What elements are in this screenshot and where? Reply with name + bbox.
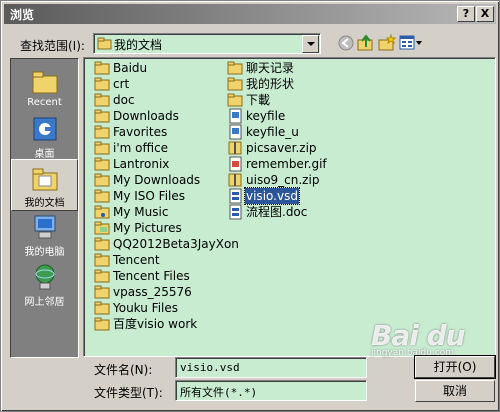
file-name: visio.vsd (244, 187, 300, 205)
place-label: 网上邻居 (24, 297, 65, 308)
file-name: My Music (113, 205, 169, 219)
gif-file-icon (229, 156, 242, 172)
file-name: doc (113, 93, 135, 107)
visio-file-icon (229, 204, 242, 220)
title-bar[interactable]: 浏览 ? X (4, 4, 496, 24)
place-my-documents[interactable]: 我的文档 (11, 159, 78, 211)
view-menu-icon[interactable] (399, 34, 423, 52)
filetype-select[interactable]: 所有文件(*.*) (175, 380, 367, 401)
chevron-down-icon[interactable] (302, 35, 319, 53)
file-name: Tencent (113, 253, 160, 267)
zip-file-icon (228, 141, 242, 155)
folder-icon (94, 253, 110, 267)
folder-icon (94, 93, 110, 107)
open-button[interactable]: 打开(O) (414, 355, 496, 379)
file-name: Youku Files (113, 301, 179, 315)
file-name: i'm office (113, 141, 169, 155)
desktop-icon (33, 117, 56, 141)
recent-icon (32, 71, 57, 94)
file-icon (229, 108, 242, 124)
file-name: My Pictures (113, 221, 182, 235)
folder-icon (94, 237, 110, 251)
place-label: 我的电脑 (24, 247, 65, 258)
folder-icon (94, 173, 110, 187)
file-name: keyfile (246, 109, 286, 123)
file-name: My Downloads (113, 173, 201, 187)
filetype-value: 所有文件(*.*) (180, 386, 258, 399)
file-name: 聊天记录 (246, 61, 295, 75)
folder-icon (94, 125, 110, 139)
place-label: Recent (27, 97, 62, 108)
help-button[interactable]: ? (457, 6, 475, 22)
network-icon (35, 264, 54, 290)
file-name: 下載 (246, 93, 271, 107)
look-in-combo[interactable]: 我的文档 (93, 33, 321, 54)
filename-label: 文件名(N): (94, 363, 153, 377)
file-name: remember.gif (246, 157, 327, 171)
file-name: 百度visio work (113, 317, 198, 331)
place-my-computer[interactable]: 我的电脑 (11, 209, 78, 261)
up-folder-icon[interactable] (357, 34, 375, 52)
folder-icon (94, 61, 110, 75)
folder-icon (94, 109, 110, 123)
file-name: 我的形状 (246, 77, 295, 91)
pictures-folder-icon (94, 221, 110, 235)
file-name: QQ2012Beta3JayXon (113, 237, 239, 251)
look-in-value: 我的文档 (114, 38, 163, 52)
back-icon[interactable] (337, 34, 355, 52)
folder-icon (94, 285, 110, 299)
my-documents-icon (32, 168, 57, 191)
folder-icon (94, 317, 110, 331)
filetype-label: 文件类型(T): (94, 386, 163, 400)
look-in-label: 查找范围(I): (20, 39, 85, 53)
folder-icon (94, 77, 110, 91)
cancel-button[interactable]: 取消 (415, 380, 495, 402)
folder-icon (94, 157, 110, 171)
file-list[interactable]: Baidu crt doc Downloads Favorites i'm office L… (83, 57, 496, 357)
folder-icon (227, 93, 243, 107)
folder-icon (227, 61, 243, 75)
folder-icon (227, 77, 243, 91)
place-desktop[interactable]: 桌面 (11, 111, 78, 163)
file-icon (229, 124, 242, 140)
visio-file-icon (229, 188, 242, 204)
file-name: Tencent Files (113, 269, 190, 283)
file-name: 流程图.doc (246, 205, 308, 219)
place-recent[interactable]: Recent (11, 63, 78, 115)
new-folder-icon[interactable] (378, 34, 396, 52)
file-name: Lantronix (113, 157, 170, 171)
file-name: Favorites (113, 125, 168, 139)
file-name: keyfile_u (246, 125, 299, 139)
place-label: 我的文档 (24, 198, 65, 209)
folder-icon (97, 37, 112, 50)
filename-value: visio.vsd (180, 361, 240, 374)
folder-icon (94, 189, 110, 203)
dialog-title: 浏览 (10, 8, 35, 22)
place-network[interactable]: 网上邻居 (11, 259, 78, 311)
file-name: uiso9_cn.zip (246, 173, 320, 187)
filename-input[interactable]: visio.vsd (175, 357, 367, 378)
folder-icon (94, 269, 110, 283)
music-folder-icon (94, 205, 110, 219)
places-bar: Recent 桌面 我的文档 我的电脑 网上邻居 (10, 58, 79, 358)
my-computer-icon (34, 215, 55, 239)
file-name: My ISO Files (113, 189, 186, 203)
folder-icon (94, 301, 110, 315)
folder-icon (94, 141, 110, 155)
close-button[interactable]: X (476, 6, 494, 22)
file-name: picsaver.zip (246, 141, 317, 155)
file-name: Baidu (113, 61, 148, 75)
browse-dialog: 浏览 ? X 查找范围(I): 我的文档 Recent 桌面 我的文档 我的电脑… (0, 0, 500, 412)
zip-file-icon (228, 173, 242, 187)
file-name: crt (113, 77, 130, 91)
file-name: Downloads (113, 109, 179, 123)
file-name: vpass_25576 (113, 285, 192, 299)
